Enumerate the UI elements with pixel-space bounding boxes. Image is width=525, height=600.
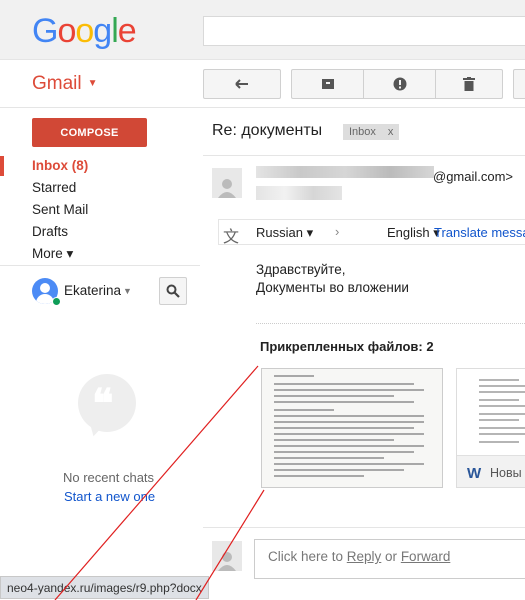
compose-button[interactable]: COMPOSE (32, 118, 147, 147)
search-people-button[interactable] (159, 277, 187, 305)
document-line (479, 427, 525, 429)
document-line (479, 433, 525, 435)
page-title: Re: документы (212, 122, 323, 139)
reply-prefix: Click here to (268, 549, 347, 564)
document-line (274, 421, 424, 423)
gmail-label: Gmail (32, 73, 82, 94)
search-icon (166, 284, 180, 298)
reply-divider (203, 527, 525, 528)
document-line (274, 415, 424, 417)
document-line (479, 441, 519, 443)
document-line (479, 419, 519, 421)
more-button[interactable] (513, 69, 525, 99)
source-language-select[interactable]: Russian ▾ (256, 225, 313, 241)
reply-button[interactable] (203, 69, 281, 99)
archive-button[interactable] (291, 69, 363, 99)
document-line (274, 427, 414, 429)
reply-avatar (212, 541, 242, 571)
sender-detail-redacted (256, 186, 342, 200)
logo-letter: g (93, 12, 112, 50)
document-line (274, 439, 394, 441)
attachment-thumbnail[interactable] (261, 368, 443, 488)
active-indicator (0, 156, 4, 176)
attachment-footer: W Новы (457, 455, 525, 487)
sidebar-item-inbox[interactable]: Inbox (8) (32, 158, 88, 173)
online-status-icon (52, 297, 61, 306)
document-line (479, 379, 519, 381)
document-line (274, 389, 424, 391)
document-line (274, 409, 334, 411)
document-line (274, 469, 404, 471)
attachments-divider (256, 323, 525, 324)
document-line (274, 383, 414, 385)
logo-letter: o (75, 12, 94, 50)
inbox-label-chip[interactable]: Inbox x (343, 124, 400, 140)
translate-bar: 文 Russian ▾ › English ▾ Translate messa (218, 219, 525, 245)
top-bar: Google (0, 0, 525, 60)
target-language-select[interactable]: English ▾ (387, 225, 440, 241)
message-body-line: Документы во вложении (256, 280, 409, 295)
caret-down-icon[interactable]: ▼ (123, 286, 132, 296)
status-bar-url: neo4-yandex.ru/images/r9.php?docx (0, 576, 209, 599)
attachments-title: Прикрепленных файлов: 2 (260, 339, 434, 354)
sender-name-redacted (256, 166, 434, 178)
sidebar-item-more[interactable]: More ▾ (32, 246, 73, 262)
document-line (274, 463, 424, 465)
sidebar-item-sent-mail[interactable]: Sent Mail (32, 202, 88, 217)
document-line (274, 401, 414, 403)
sender-email: @gmail.com> (433, 169, 514, 184)
logo-letter: G (32, 12, 58, 50)
forward-link[interactable]: Forward (401, 549, 451, 564)
attachment-name: Новы (490, 466, 522, 480)
reply-prompt: Click here to Reply or Forward (268, 549, 450, 564)
sidebar-divider (0, 265, 200, 266)
start-chat-link[interactable]: Start a new one (64, 489, 155, 504)
reply-icon (235, 79, 248, 89)
word-doc-icon: W (467, 465, 482, 482)
document-line (479, 399, 519, 401)
sender-avatar (212, 168, 242, 198)
logo-letter: e (117, 12, 137, 50)
document-line (274, 451, 414, 453)
attachment-thumbnail[interactable]: W Новы (456, 368, 525, 488)
user-name[interactable]: Ekaterina (64, 283, 121, 298)
document-line (274, 475, 364, 477)
remove-label-button[interactable]: x (388, 126, 394, 138)
document-line (274, 375, 314, 377)
subject-divider (203, 155, 525, 156)
document-line (274, 433, 424, 435)
caret-down-icon: ▼ (87, 78, 98, 90)
report-spam-button[interactable] (363, 69, 435, 99)
archive-icon (321, 79, 334, 89)
header-divider (0, 107, 525, 108)
sidebar-item-starred[interactable]: Starred (32, 180, 76, 195)
report-spam-icon (393, 77, 406, 91)
translate-message-link[interactable]: Translate messa (434, 225, 525, 240)
delete-button[interactable] (435, 69, 503, 99)
document-line (479, 385, 525, 387)
document-line (479, 405, 525, 407)
translate-icon: 文 (223, 229, 240, 245)
sidebar-item-drafts[interactable]: Drafts (32, 224, 68, 239)
document-line (479, 391, 525, 393)
no-chats-text: No recent chats (63, 470, 155, 485)
message-body-line: Здравствуйте, (256, 262, 346, 277)
google-logo[interactable]: Google (32, 12, 137, 51)
trash-icon (463, 77, 475, 91)
label-name: Inbox (349, 126, 376, 138)
document-line (274, 395, 394, 397)
document-line (274, 445, 424, 447)
document-line (274, 457, 384, 459)
reply-or: or (381, 549, 401, 564)
document-line (479, 413, 525, 415)
arrow-right-icon: › (335, 224, 340, 239)
gmail-menu[interactable]: Gmail ▼ (32, 73, 98, 95)
logo-letter: o (57, 12, 76, 50)
search-input[interactable] (203, 16, 525, 46)
reply-link[interactable]: Reply (347, 549, 382, 564)
